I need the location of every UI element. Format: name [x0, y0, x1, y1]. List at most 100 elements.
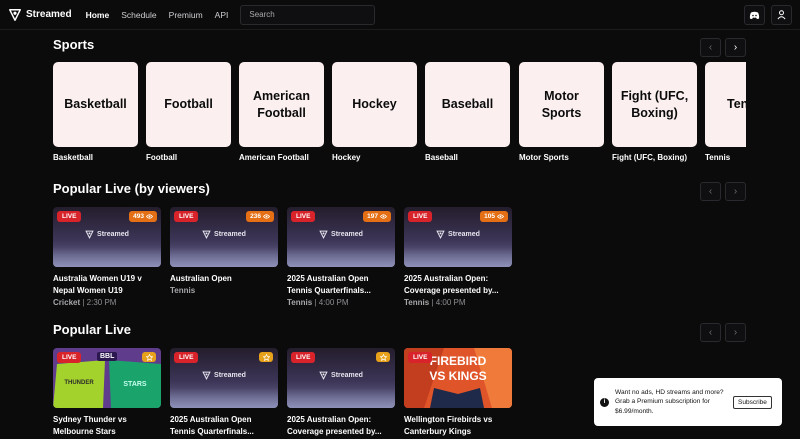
favorite-badge[interactable] [376, 352, 390, 362]
event-title: 2025 Australian Open: Coverage presented… [287, 415, 382, 436]
event-card[interactable]: Streamed LIVE 2025 Australian Open: Cove… [287, 348, 395, 438]
sport-card-american-football[interactable]: American Football American Football [239, 62, 324, 164]
info-icon: i [600, 397, 609, 407]
popular-live-prev-button[interactable]: ‹ [700, 323, 721, 342]
favorite-badge[interactable] [142, 352, 156, 362]
sport-tile: American Football [239, 62, 324, 147]
live-badge: LIVE [408, 352, 433, 363]
sport-card-football[interactable]: Football Football [146, 62, 231, 164]
event-thumbnail: Streamed LIVE 197 [287, 207, 395, 267]
event-title: 2025 Australian Open Tennis Quarterfinal… [287, 274, 371, 295]
event-category: Tennis [170, 286, 196, 295]
sport-label: Football [146, 153, 178, 162]
live-badge: LIVE [408, 211, 433, 222]
sport-tile: Hockey [332, 62, 417, 147]
brand-logo[interactable]: Streamed [8, 8, 72, 22]
event-card[interactable]: FIREBIRD VS KINGS LIVE Wellington Firebi… [404, 348, 512, 438]
popular-viewers-prev-button[interactable]: ‹ [700, 182, 721, 201]
nav-actions [744, 5, 792, 25]
popular-live-next-button[interactable]: › [725, 323, 746, 342]
live-badge: LIVE [291, 352, 316, 363]
event-meta: Cricket | 2:30 PM [53, 297, 161, 309]
sport-card-fight[interactable]: Fight (UFC, Boxing) Fight (UFC, Boxing) [612, 62, 697, 164]
event-card[interactable]: THUNDER STARS BBL LIVE Sydney Thunder vs… [53, 348, 161, 438]
streamed-logo-icon [85, 230, 94, 239]
live-badge: LIVE [174, 211, 199, 222]
thumb-brand: Streamed [97, 231, 129, 238]
nav-home[interactable]: Home [86, 10, 110, 20]
live-badge: LIVE [174, 352, 199, 363]
svg-text:THUNDER: THUNDER [64, 380, 94, 386]
eye-icon [263, 214, 270, 219]
brand-name: Streamed [26, 9, 72, 20]
popular-viewers-next-button[interactable]: › [725, 182, 746, 201]
nav-api[interactable]: API [215, 10, 229, 20]
viewer-count-badge: 197 [363, 211, 391, 222]
thumb-brand: Streamed [331, 231, 363, 238]
svg-text:STARS: STARS [123, 381, 147, 388]
sport-label: Motor Sports [519, 153, 569, 162]
popular-live-title: Popular Live [53, 322, 132, 337]
event-title: Sydney Thunder vs Melbourne Stars [53, 415, 127, 436]
discord-button[interactable] [744, 5, 765, 25]
event-thumbnail: Streamed LIVE 493 [53, 207, 161, 267]
event-card[interactable]: Streamed LIVE 2025 Australian Open Tenni… [170, 348, 278, 438]
event-time: 4:00 PM [318, 298, 349, 307]
eye-icon [497, 214, 504, 219]
event-title: Wellington Firebirds vs Canterbury Kings [404, 415, 493, 436]
thumb-brand: Streamed [214, 372, 246, 379]
user-icon [777, 10, 786, 20]
sports-row: Basketball Basketball Football Football … [53, 62, 746, 182]
nav-schedule[interactable]: Schedule [121, 10, 156, 20]
sport-label: Tennis [705, 153, 731, 162]
sport-label: American Football [239, 153, 309, 162]
event-thumbnail: Streamed LIVE 236 [170, 207, 278, 267]
event-time: 4:00 PM [435, 298, 466, 307]
sport-card-hockey[interactable]: Hockey Hockey [332, 62, 417, 164]
sport-label: Baseball [425, 153, 458, 162]
viewer-count: 105 [484, 213, 495, 220]
event-time: 2:30 PM [86, 298, 117, 307]
live-badge: LIVE [57, 352, 82, 363]
search-input[interactable] [240, 4, 376, 25]
event-title: 2025 Australian Open: Coverage presented… [404, 274, 499, 295]
viewer-count-badge: 236 [246, 211, 274, 222]
sport-card-tennis[interactable]: Tennis Tennis [705, 62, 746, 164]
event-meta: Tennis [170, 285, 278, 297]
event-title: Australian Open [170, 274, 232, 283]
sport-card-basketball[interactable]: Basketball Basketball [53, 62, 138, 164]
live-badge: LIVE [57, 211, 82, 222]
subscribe-button[interactable]: Subscribe [733, 395, 772, 409]
event-card[interactable]: Streamed LIVE 105 2025 Australian Open: … [404, 207, 512, 309]
sport-label: Fight (UFC, Boxing) [612, 153, 688, 162]
account-button[interactable] [771, 5, 792, 25]
sport-tile: Tennis [705, 62, 746, 147]
sport-card-baseball[interactable]: Baseball Baseball [425, 62, 510, 164]
nav-premium[interactable]: Premium [169, 10, 203, 20]
event-meta: Tennis | 4:00 PM [404, 297, 512, 309]
favorite-badge[interactable] [259, 352, 273, 362]
thumb-brand: Streamed [331, 372, 363, 379]
sports-next-button[interactable]: › [725, 38, 746, 57]
sport-tile: Fight (UFC, Boxing) [612, 62, 697, 147]
streamed-logo-icon [9, 8, 21, 21]
event-category: Tennis [404, 298, 430, 307]
toast-message: Want no ads, HD streams and more? Grab a… [615, 388, 724, 415]
premium-toast: i Want no ads, HD streams and more? Grab… [594, 378, 782, 426]
thumb-brand: Streamed [214, 231, 246, 238]
viewer-count-badge: 105 [480, 211, 508, 222]
event-card[interactable]: Streamed LIVE 236 Australian Open Tennis [170, 207, 278, 297]
viewer-count-badge: 493 [129, 211, 157, 222]
thumb-brand: Streamed [448, 231, 480, 238]
event-card[interactable]: Streamed LIVE 197 2025 Australian Open T… [287, 207, 395, 309]
sport-card-motor-sports[interactable]: Motor Sports Motor Sports [519, 62, 604, 164]
sports-prev-button[interactable]: ‹ [700, 38, 721, 57]
event-card[interactable]: Streamed LIVE 493 Australia Women U19 v … [53, 207, 161, 309]
event-thumbnail: FIREBIRD VS KINGS LIVE [404, 348, 512, 408]
top-nav: Streamed Home Schedule Premium API [0, 0, 800, 30]
event-title: 2025 Australian Open Tennis Quarterfinal… [170, 415, 254, 436]
event-thumbnail: Streamed LIVE [287, 348, 395, 408]
popular-viewers-title: Popular Live (by viewers) [53, 181, 210, 196]
eye-icon [146, 214, 153, 219]
viewer-count: 197 [367, 213, 378, 220]
